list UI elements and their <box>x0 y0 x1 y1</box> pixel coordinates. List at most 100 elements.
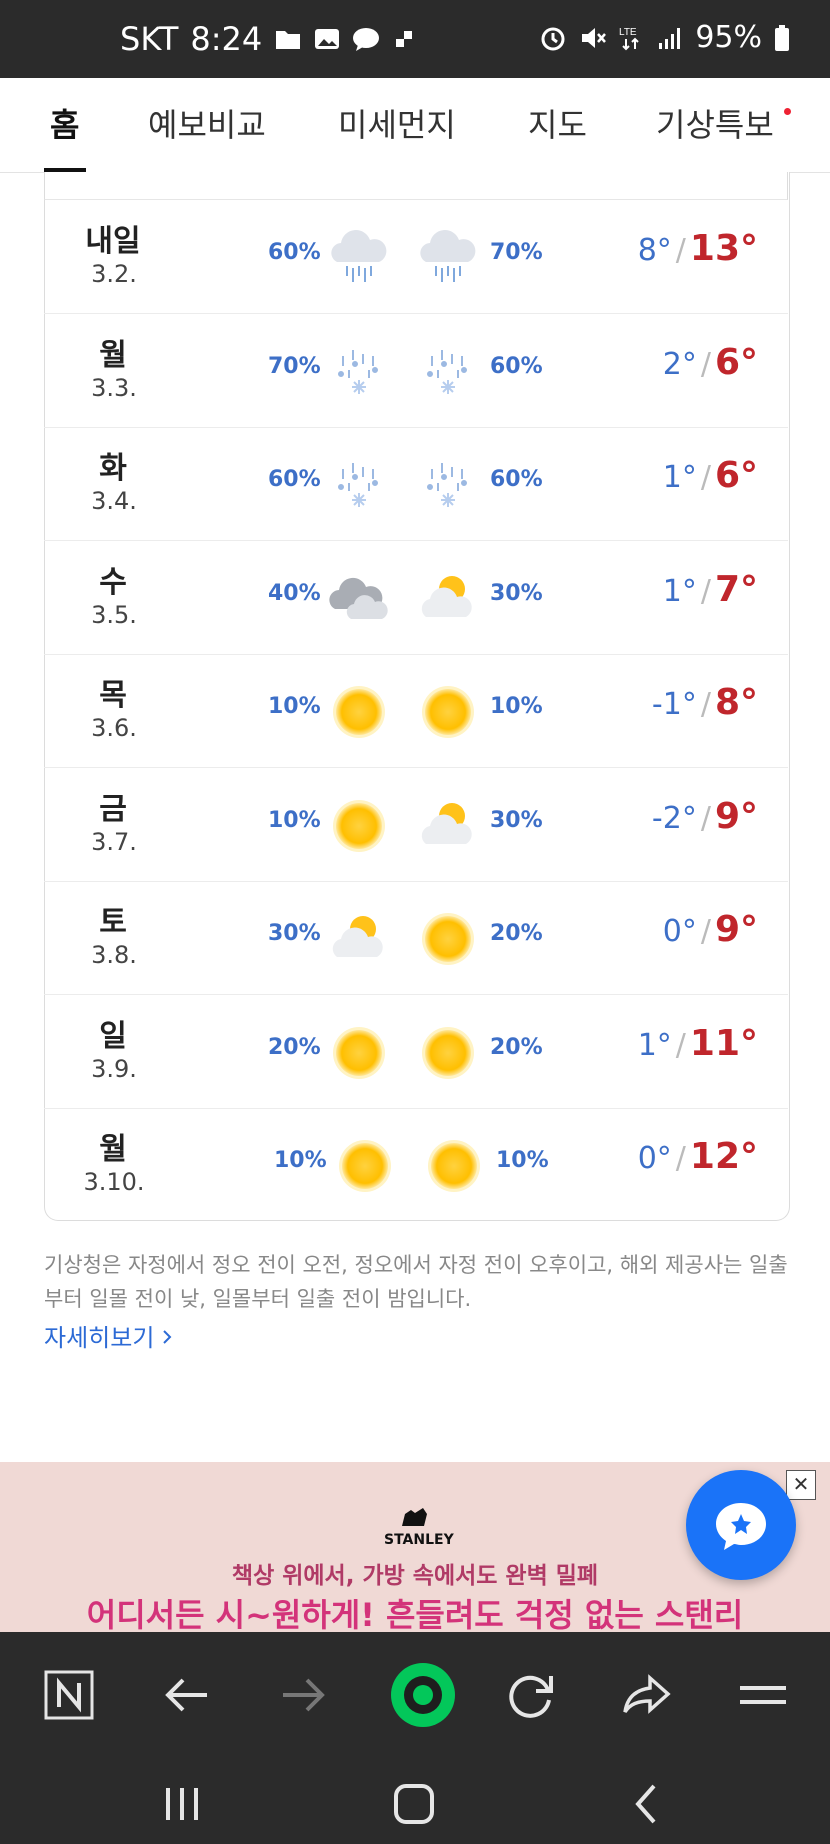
am-precip-pct: 30% <box>268 921 321 946</box>
partly-cloudy-icon <box>421 802 472 844</box>
forecast-row[interactable]: 목 3.6. 10% 10% -1°/8° <box>44 654 788 768</box>
date-label: 3.9. <box>91 1054 137 1083</box>
share-icon[interactable] <box>612 1660 682 1730</box>
forecast-row[interactable]: 내일 3.2. 60% 70% 8°/13° <box>44 200 788 314</box>
home-icon[interactable] <box>382 1780 446 1828</box>
sunny-icon <box>333 799 385 852</box>
naver-home-icon[interactable] <box>34 1660 104 1730</box>
high-temp: 9° <box>714 909 758 950</box>
pm-precip-pct: 30% <box>490 807 543 833</box>
rain-icon <box>331 230 387 282</box>
high-temp: 9° <box>714 795 758 837</box>
high-temp: 7° <box>714 568 758 610</box>
pm-precip-pct: 60% <box>490 467 543 492</box>
day-label: 일 <box>99 1018 127 1054</box>
tab-map[interactable]: 지도 <box>528 100 587 146</box>
low-temp: -1° <box>651 687 697 722</box>
temperature-range: -2°/9° <box>652 796 758 837</box>
app-icon <box>396 31 413 47</box>
sunny-icon <box>422 1026 474 1079</box>
clock-label: 8:24 <box>190 20 263 58</box>
partly-cloudy-icon <box>332 916 383 957</box>
temperature-range: 8°/13° <box>638 228 758 269</box>
temp-separator: / <box>700 800 711 836</box>
day-label: 수 <box>99 564 127 600</box>
battery-icon <box>775 24 789 51</box>
back-icon[interactable] <box>614 1780 678 1828</box>
bear-logo-icon <box>402 1508 427 1526</box>
am-precip-pct: 10% <box>268 694 321 719</box>
temperature-range: 2°/6° <box>663 342 758 383</box>
day-label: 화 <box>99 451 127 486</box>
card-top-edge <box>44 172 788 200</box>
date-label: 3.4. <box>91 487 137 515</box>
tab-home[interactable]: 홈 <box>50 100 79 146</box>
tab-fine-dust[interactable]: 미세먼지 <box>338 100 456 146</box>
temp-separator: / <box>675 233 686 268</box>
date-label: 3.2. <box>91 260 137 288</box>
high-temp: 8° <box>714 682 758 723</box>
forecast-row[interactable]: 금 3.7. 10% 30% -2°/9° <box>44 768 788 882</box>
status-left: SKT 8:24 <box>120 20 416 58</box>
back-arrow-icon[interactable] <box>152 1660 222 1730</box>
forecast-note: 기상청은 자정에서 정오 전이 오전, 정오에서 자정 전이 오후이고, 해외 … <box>44 1253 788 1311</box>
folder-icon <box>276 31 301 49</box>
temperature-range: -1°/8° <box>652 682 758 723</box>
alert-dot <box>784 108 791 115</box>
system-nav-bar <box>0 1762 830 1844</box>
date-label: 3.3. <box>91 373 137 402</box>
pm-precip-pct: 10% <box>496 1148 549 1173</box>
talk-icon <box>353 28 380 51</box>
am-precip-pct: 70% <box>268 353 321 379</box>
chatbot-button[interactable] <box>686 1470 796 1580</box>
low-temp: 1° <box>637 1027 672 1063</box>
recent-apps-icon[interactable] <box>150 1780 214 1828</box>
temp-separator: / <box>700 573 711 609</box>
rain-icon <box>420 230 476 282</box>
forecast-row[interactable]: 일 3.9. 20% 20% 1°/11° <box>44 995 788 1109</box>
sleet-icon <box>338 463 378 507</box>
forecast-row[interactable]: 월 3.3. 70% 60% 2°/6° <box>44 314 788 428</box>
temp-separator: / <box>700 687 711 722</box>
low-temp: 8° <box>637 233 672 268</box>
high-temp: 11° <box>689 1022 758 1064</box>
pm-precip-pct: 20% <box>490 1034 543 1060</box>
day-label: 내일 <box>85 224 141 259</box>
low-temp: 2° <box>662 346 697 382</box>
am-precip-pct: 10% <box>274 1148 327 1173</box>
browser-toolbar <box>0 1632 830 1762</box>
cloudy-icon <box>329 577 388 619</box>
more-link[interactable]: 자세히보기 <box>44 1318 174 1353</box>
low-temp: -2° <box>651 800 697 836</box>
temp-separator: / <box>675 1141 686 1176</box>
forecast-row[interactable]: 화 3.4. 60% 60% 1°/6° <box>44 427 788 541</box>
signal-icon <box>659 27 681 49</box>
forecast-row[interactable]: 토 3.8. 30% 20% 0°/9° <box>44 881 788 995</box>
temp-separator: / <box>675 1027 686 1063</box>
sleet-icon <box>338 349 378 394</box>
tab-forecast-compare[interactable]: 예보비교 <box>148 100 266 146</box>
temperature-range: 1°/6° <box>663 455 758 496</box>
tab-bar: 홈 예보비교 미세먼지 지도 기상특보 <box>0 78 830 173</box>
temperature-range: 1°/7° <box>663 569 758 610</box>
refresh-icon[interactable] <box>496 1660 566 1730</box>
date-label: 3.10. <box>83 1168 145 1196</box>
naver-green-button[interactable] <box>380 1652 466 1738</box>
mute-icon <box>582 27 607 48</box>
temp-separator: / <box>700 460 711 495</box>
carrier-label: SKT <box>120 20 179 58</box>
menu-icon[interactable] <box>728 1660 798 1730</box>
svg-text:LTE: LTE <box>619 27 637 38</box>
pm-precip-pct: 20% <box>490 921 543 946</box>
forward-arrow-icon[interactable] <box>268 1660 338 1730</box>
forecast-row[interactable]: 월 3.10. 10% 10% 0°/12° <box>44 1108 788 1221</box>
more-link-label: 자세히보기 <box>44 1324 155 1352</box>
am-precip-pct: 60% <box>268 240 321 265</box>
sunny-icon <box>333 686 385 738</box>
tab-weather-alert[interactable]: 기상특보 <box>656 100 774 146</box>
forecast-row[interactable]: 수 3.5. 40% 30% 1°/7° <box>44 541 788 655</box>
am-precip-pct: 40% <box>268 580 321 606</box>
day-label: 금 <box>99 791 127 827</box>
date-label: 3.7. <box>91 827 137 856</box>
high-temp: 6° <box>714 455 758 496</box>
